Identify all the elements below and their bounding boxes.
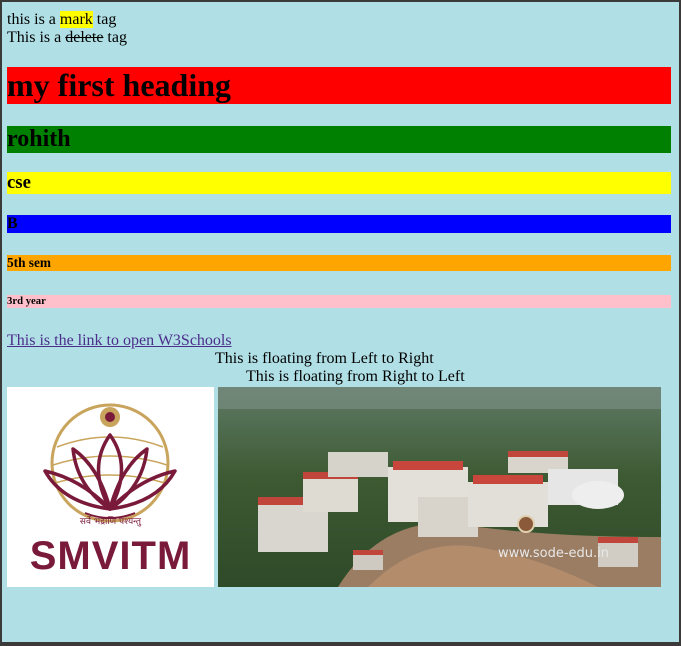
smvitm-logo-image: सर्वे भद्राणि पश्यन्तु SMVITM bbox=[7, 387, 214, 587]
marquee-right-to-left: This is floating from Right to Left bbox=[7, 368, 671, 386]
marquee-right-to-left-text: This is floating from Right to Left bbox=[246, 368, 465, 385]
page-content: this is a mark tag This is a delete tag … bbox=[7, 11, 671, 587]
heading-4: B bbox=[7, 215, 671, 233]
heading-6: 3rd year bbox=[7, 295, 671, 308]
heading-2: rohith bbox=[7, 126, 671, 153]
image-watermark: www.sode-edu.in bbox=[498, 546, 609, 561]
logo-tagline: सर्वे भद्राणि पश्यन्तु bbox=[79, 517, 142, 527]
marquee-left-to-right-text: This is floating from Left to Right bbox=[215, 350, 434, 367]
mark-highlight: mark bbox=[59, 11, 93, 28]
heading-3: cse bbox=[7, 172, 671, 194]
w3schools-link[interactable]: This is the link to open W3Schools bbox=[7, 332, 232, 350]
deleted-text: delete bbox=[65, 29, 104, 46]
mark-line-suffix: tag bbox=[92, 11, 117, 28]
heading-5: 5th sem bbox=[7, 255, 671, 271]
image-row: सर्वे भद्राणि पश्यन्तु SMVITM www.sode-e… bbox=[7, 387, 671, 587]
marquee-left-to-right: This is floating from Left to Right bbox=[7, 350, 671, 368]
delete-line-prefix: This is a bbox=[7, 29, 66, 46]
campus-aerial-image: www.sode-edu.in bbox=[218, 387, 661, 587]
delete-line-suffix: tag bbox=[103, 29, 127, 46]
logo-brand-text: SMVITM bbox=[29, 534, 192, 578]
mark-line: this is a mark tag bbox=[7, 11, 671, 29]
heading-1: my first heading bbox=[7, 67, 671, 104]
delete-line: This is a delete tag bbox=[7, 29, 671, 47]
mark-line-prefix: this is a bbox=[7, 11, 60, 28]
page-frame: this is a mark tag This is a delete tag … bbox=[0, 0, 681, 646]
